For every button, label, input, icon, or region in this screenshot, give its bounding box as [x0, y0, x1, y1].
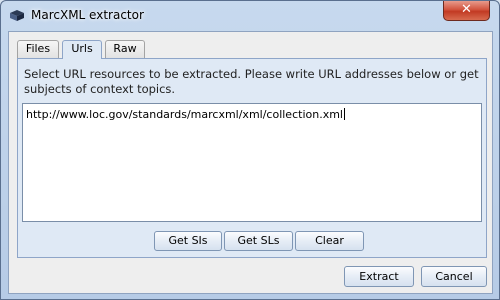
window-title: MarcXML extractor: [31, 8, 144, 22]
cancel-button[interactable]: Cancel: [421, 266, 487, 287]
title-bar[interactable]: MarcXML extractor ✕: [1, 1, 499, 31]
dialog-content: Files Urls Raw Select URL resources to b…: [8, 31, 493, 294]
close-button[interactable]: ✕: [443, 1, 490, 21]
tab-files[interactable]: Files: [17, 40, 59, 58]
instructions-text: Select URL resources to be extracted. Pl…: [24, 67, 479, 96]
clear-button[interactable]: Clear: [295, 231, 364, 251]
tab-urls[interactable]: Urls: [62, 40, 102, 59]
app-logo-icon: [9, 10, 25, 22]
dialog-window: MarcXML extractor ✕ Files Urls Raw Selec…: [0, 0, 500, 300]
tab-raw[interactable]: Raw: [105, 40, 145, 58]
urls-tab-panel: Select URL resources to be extracted. Pl…: [17, 58, 487, 258]
text-cursor: [343, 108, 345, 120]
get-sis-button[interactable]: Get SIs: [154, 231, 222, 251]
url-textarea[interactable]: http://www.loc.gov/standards/marcxml/xml…: [22, 103, 482, 222]
get-sls-button[interactable]: Get SLs: [224, 231, 293, 251]
extract-button[interactable]: Extract: [344, 266, 414, 287]
url-text: http://www.loc.gov/standards/marcxml/xml…: [26, 108, 343, 121]
close-icon: ✕: [461, 2, 472, 17]
